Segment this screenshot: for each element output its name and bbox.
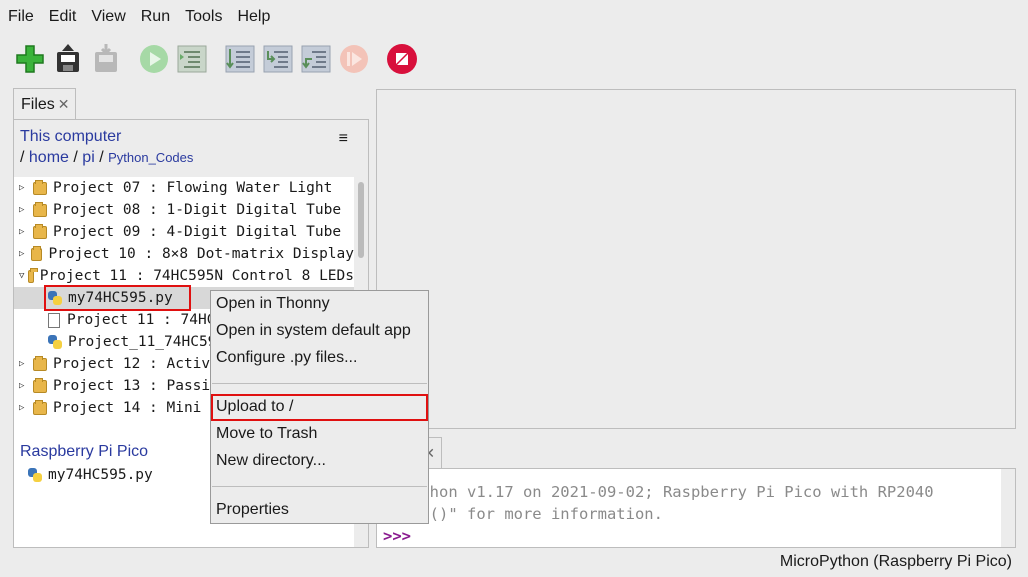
tree-row-label: Project 07 : Flowing Water Light: [53, 180, 333, 196]
tree-row-label: Project 11 : 74HC595N Control 8 LEDs: [39, 268, 354, 284]
shell-line-version: roPython v1.17 on 2021-09-02; Raspberry …: [383, 483, 934, 501]
run-icon: [140, 45, 168, 73]
editor-area[interactable]: [376, 89, 1016, 429]
folder-icon: [33, 223, 47, 239]
menu-separator: [212, 383, 427, 384]
close-icon[interactable]: ✕: [58, 96, 70, 113]
breadcrumb-python-codes[interactable]: Python_Codes: [108, 150, 193, 165]
tab-files[interactable]: Files ✕: [13, 88, 76, 120]
run-button[interactable]: [136, 40, 172, 78]
this-computer-label: This computer: [20, 128, 122, 145]
menu-separator: [212, 486, 427, 487]
menu-icon[interactable]: ≡: [339, 130, 348, 148]
shell-scrollbar[interactable]: [1001, 469, 1015, 547]
step-into-button[interactable]: [260, 40, 296, 78]
expand-right-icon[interactable]: ▷: [19, 403, 29, 413]
step-over-button[interactable]: [222, 40, 258, 78]
folder-icon: [33, 399, 47, 415]
python-file-icon: [28, 468, 42, 482]
location-header: This computer / home / pi / Python_Codes…: [14, 120, 354, 177]
highlight-selected-file: [44, 285, 191, 311]
shell-prompt[interactable]: >>>: [383, 525, 1015, 547]
step-into-icon: [263, 45, 293, 73]
tab-files-label: Files: [21, 95, 55, 113]
tree-row[interactable]: ▽ Project 11 : 74HC595N Control 8 LEDs: [14, 265, 354, 287]
expand-right-icon[interactable]: ▷: [19, 227, 29, 237]
tree-row[interactable]: ▷ Project 07 : Flowing Water Light: [14, 177, 354, 199]
menu-tools[interactable]: Tools: [185, 8, 222, 26]
tree-row[interactable]: ▷ Project 09 : 4-Digit Digital Tube: [14, 221, 354, 243]
step-out-button[interactable]: [298, 40, 334, 78]
scrollbar-thumb[interactable]: [358, 182, 364, 258]
resume-button[interactable]: [336, 40, 372, 78]
stop-button[interactable]: [384, 40, 420, 78]
upload-button[interactable]: [88, 40, 124, 78]
stop-icon: [387, 44, 417, 74]
highlight-upload-item: [211, 394, 428, 421]
menu-view[interactable]: View: [91, 8, 125, 26]
shell-panel[interactable]: roPython v1.17 on 2021-09-02; Raspberry …: [376, 468, 1016, 548]
tree-row[interactable]: ▷ Project 08 : 1-Digit Digital Tube: [14, 199, 354, 221]
folder-icon: [33, 355, 47, 371]
shell-line-help: "help()" for more information.: [383, 505, 663, 523]
upload-icon: [95, 44, 117, 72]
folder-icon: [28, 267, 40, 283]
save-button[interactable]: [50, 40, 86, 78]
menu-bar: File Edit View Run Tools Help: [0, 0, 1028, 34]
menu-item-open-in-thonny[interactable]: Open in Thonny: [216, 292, 330, 316]
menu-edit[interactable]: Edit: [49, 8, 77, 26]
tree-row-label: Project 08 : 1-Digit Digital Tube: [53, 202, 342, 218]
expand-right-icon[interactable]: ▷: [19, 249, 27, 259]
interpreter-status[interactable]: MicroPython (Raspberry Pi Pico): [780, 553, 1012, 571]
breadcrumb: / home / pi / Python_Codes: [20, 149, 194, 166]
expand-down-icon[interactable]: ▽: [19, 271, 24, 281]
tree-row-label: Project 11 : 74HC5: [67, 312, 225, 328]
document-icon: [48, 312, 60, 328]
menu-item-open-default-app[interactable]: Open in system default app: [216, 319, 411, 343]
python-file-icon: [48, 335, 62, 349]
menu-item-properties[interactable]: Properties: [216, 498, 289, 522]
tree-row-label: Project 09 : 4-Digit Digital Tube: [53, 224, 342, 240]
resume-icon: [340, 45, 368, 73]
menu-item-configure-py[interactable]: Configure .py files...: [216, 346, 357, 370]
breadcrumb-pi[interactable]: pi: [82, 149, 94, 166]
menu-help[interactable]: Help: [237, 8, 270, 26]
debug-button[interactable]: [174, 40, 210, 78]
step-over-icon: [225, 45, 255, 73]
folder-icon: [33, 201, 47, 217]
expand-right-icon[interactable]: ▷: [19, 205, 29, 215]
expand-right-icon[interactable]: ▷: [19, 359, 29, 369]
step-out-icon: [301, 45, 331, 73]
menu-file[interactable]: File: [8, 8, 34, 26]
tree-row-label: Project 10 : 8×8 Dot-matrix Display: [48, 246, 354, 262]
folder-icon: [33, 179, 47, 195]
menu-item-new-directory[interactable]: New directory...: [216, 449, 326, 473]
folder-icon: [30, 245, 43, 261]
menu-item-move-to-trash[interactable]: Move to Trash: [216, 422, 317, 446]
folder-icon: [33, 377, 47, 393]
debug-icon: [177, 45, 207, 73]
expand-right-icon[interactable]: ▷: [19, 381, 29, 391]
expand-right-icon[interactable]: ▷: [19, 183, 29, 193]
new-file-icon: [16, 45, 44, 73]
raspberry-pi-pico-label: Raspberry Pi Pico: [20, 443, 149, 460]
pico-file-row[interactable]: my74HC595.py: [28, 467, 153, 483]
new-button[interactable]: [12, 40, 48, 78]
pico-file-label: my74HC595.py: [48, 467, 153, 483]
menu-run[interactable]: Run: [141, 8, 170, 26]
save-icon: [57, 44, 79, 72]
tree-row[interactable]: ▷ Project 10 : 8×8 Dot-matrix Display: [14, 243, 354, 265]
tree-row-label: Project_11_74HC59: [68, 334, 217, 350]
breadcrumb-home[interactable]: home: [29, 149, 69, 166]
